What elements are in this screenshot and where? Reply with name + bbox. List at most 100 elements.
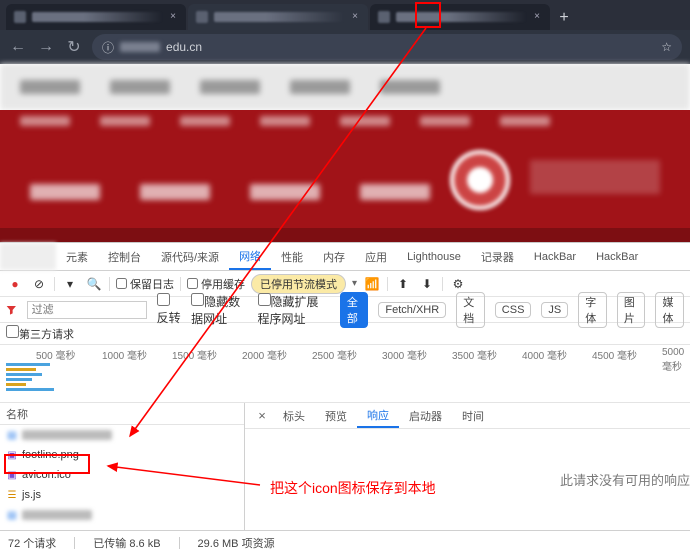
devtools-tab-elements[interactable]: 元素 [56, 243, 98, 270]
wifi-icon[interactable]: 📶 [363, 275, 381, 293]
status-transferred: 已传输 8.6 kB [93, 535, 160, 551]
type-pill-js[interactable]: JS [541, 302, 568, 318]
devtools-tab-sources[interactable]: 源代码/来源 [151, 243, 229, 270]
timeline-tick: 3500 毫秒 [452, 347, 497, 362]
image-icon: ▣ [6, 469, 18, 481]
record-button[interactable]: ● [6, 275, 24, 293]
search-icon[interactable]: 🔍 [85, 275, 103, 293]
detail-tab-initiator[interactable]: 启动器 [399, 403, 452, 428]
preserve-log-checkbox[interactable]: 保留日志 [116, 276, 174, 292]
third-party-row: 第三方请求 [0, 323, 690, 345]
close-icon[interactable]: × [532, 12, 542, 22]
filter-toggle[interactable]: ▾ [61, 275, 79, 293]
request-name: footline.png [22, 449, 79, 461]
close-detail-button[interactable]: × [251, 403, 273, 428]
type-pill-xhr[interactable]: Fetch/XHR [378, 302, 446, 318]
close-icon[interactable]: × [350, 12, 360, 22]
browser-tab[interactable]: × [370, 4, 550, 30]
back-button[interactable]: ← [8, 37, 28, 57]
request-row[interactable]: ▣ avicon.ico [0, 465, 244, 485]
hide-exturl-checkbox[interactable]: 隐藏扩展程序网址 [258, 293, 330, 327]
upload-icon[interactable]: ⬆ [394, 275, 412, 293]
clear-button[interactable]: ⊘ [30, 275, 48, 293]
status-requests: 72 个请求 [8, 535, 56, 551]
request-name: avicon.ico [22, 469, 71, 481]
url-domain: edu.cn [166, 40, 202, 54]
request-detail: × 标头 预览 响应 启动器 时间 此请求没有可用的响应 [245, 403, 690, 530]
devtools-tab-lighthouse[interactable]: Lighthouse [397, 243, 471, 270]
network-statusbar: 72 个请求 已传输 8.6 kB 29.6 MB 项资源 [0, 530, 690, 554]
timeline-tick: 4000 毫秒 [522, 347, 567, 362]
page-viewport [0, 64, 690, 242]
timeline-tick: 5000 毫秒 [662, 347, 690, 373]
name-column-header[interactable]: 名称 [0, 403, 244, 425]
document-icon: ▤ [6, 509, 18, 521]
network-timeline[interactable]: 500 毫秒 1000 毫秒 1500 毫秒 2000 毫秒 2500 毫秒 3… [0, 345, 690, 403]
network-filterbar: 反转 隐藏数据网址 隐藏扩展程序网址 全部 Fetch/XHR 文档 CSS J… [0, 297, 690, 323]
detail-tab-preview[interactable]: 预览 [315, 403, 357, 428]
timeline-tick: 4500 毫秒 [592, 347, 637, 362]
timeline-tick: 1500 毫秒 [172, 347, 217, 362]
devtools-tab-hackbar2[interactable]: HackBar [586, 243, 648, 270]
devtools-tab-application[interactable]: 应用 [355, 243, 397, 270]
timeline-tick: 1000 毫秒 [102, 347, 147, 362]
disable-cache-checkbox[interactable]: 停用缓存 [187, 276, 245, 292]
site-hero [0, 110, 690, 228]
request-row[interactable]: ▤ [0, 425, 244, 445]
site-logo [450, 150, 510, 210]
download-icon[interactable]: ⬇ [418, 275, 436, 293]
timeline-bars [6, 363, 56, 398]
timeline-tick: 2500 毫秒 [312, 347, 357, 362]
gear-icon[interactable]: ⚙ [449, 275, 467, 293]
detail-tab-headers[interactable]: 标头 [273, 403, 315, 428]
devtools-tab-performance[interactable]: 性能 [271, 243, 313, 270]
url-host-blurred [120, 42, 160, 52]
devtools-tab-memory[interactable]: 内存 [313, 243, 355, 270]
devtools-tab-hackbar[interactable]: HackBar [524, 243, 586, 270]
request-list: 名称 ▤ ▣ footline.png ▣ avicon.ico ☰ js.js ▤ [0, 403, 245, 530]
devtools-tab-recorder[interactable]: 记录器 [471, 243, 524, 270]
site-calligraphy [530, 160, 660, 194]
timeline-tick: 2000 毫秒 [242, 347, 287, 362]
request-row[interactable]: ▣ footline.png [0, 445, 244, 465]
timeline-tick: 3000 毫秒 [382, 347, 427, 362]
browser-tab[interactable]: × [6, 4, 186, 30]
browser-chrome: × × × + ← → ↻ ⓘ edu.cn ☆ [0, 0, 690, 64]
throttling-chip[interactable]: 已停用节流模式 [251, 274, 346, 294]
invert-checkbox[interactable]: 反转 [157, 293, 182, 326]
image-icon: ▣ [6, 449, 18, 461]
annotation-text: 把这个icon图标保存到本地 [270, 478, 436, 498]
reload-button[interactable]: ↻ [64, 37, 84, 57]
browser-tab[interactable]: × [188, 4, 368, 30]
detail-tab-response[interactable]: 响应 [357, 403, 399, 428]
no-response-text: 此请求没有可用的响应 [560, 470, 690, 489]
site-top-nav [0, 64, 690, 110]
funnel-icon[interactable] [6, 302, 17, 318]
new-tab-button[interactable]: + [552, 6, 576, 30]
tab-strip: × × × + [0, 0, 690, 30]
third-party-checkbox[interactable]: 第三方请求 [6, 325, 74, 342]
detail-tabstrip: × 标头 预览 响应 启动器 时间 [245, 403, 690, 429]
address-bar: ← → ↻ ⓘ edu.cn ☆ [0, 30, 690, 64]
url-input[interactable]: ⓘ edu.cn ☆ [92, 34, 682, 60]
detail-tab-timing[interactable]: 时间 [452, 403, 494, 428]
js-icon: ☰ [6, 489, 18, 501]
hide-dataurl-checkbox[interactable]: 隐藏数据网址 [191, 293, 247, 327]
devtools-tab-console[interactable]: 控制台 [98, 243, 151, 270]
info-icon: ⓘ [102, 39, 114, 56]
devtools-tab-network[interactable]: 网络 [229, 243, 271, 270]
request-name: js.js [22, 489, 41, 501]
type-pill-css[interactable]: CSS [495, 302, 532, 318]
request-row[interactable]: ☰ js.js [0, 485, 244, 505]
devtools-panel: 元素 控制台 源代码/来源 网络 性能 内存 应用 Lighthouse 记录器… [0, 242, 690, 554]
close-icon[interactable]: × [168, 12, 178, 22]
chevron-down-icon[interactable]: ▾ [352, 278, 357, 289]
forward-button[interactable]: → [36, 37, 56, 57]
request-row[interactable]: ▤ [0, 505, 244, 525]
document-icon: ▤ [6, 429, 18, 441]
filter-input[interactable] [27, 301, 147, 319]
status-resources: 29.6 MB 项资源 [198, 535, 275, 551]
bookmark-icon[interactable]: ☆ [661, 40, 672, 54]
devtools-tabstrip: 元素 控制台 源代码/来源 网络 性能 内存 应用 Lighthouse 记录器… [0, 243, 690, 271]
timeline-tick: 500 毫秒 [36, 347, 75, 362]
